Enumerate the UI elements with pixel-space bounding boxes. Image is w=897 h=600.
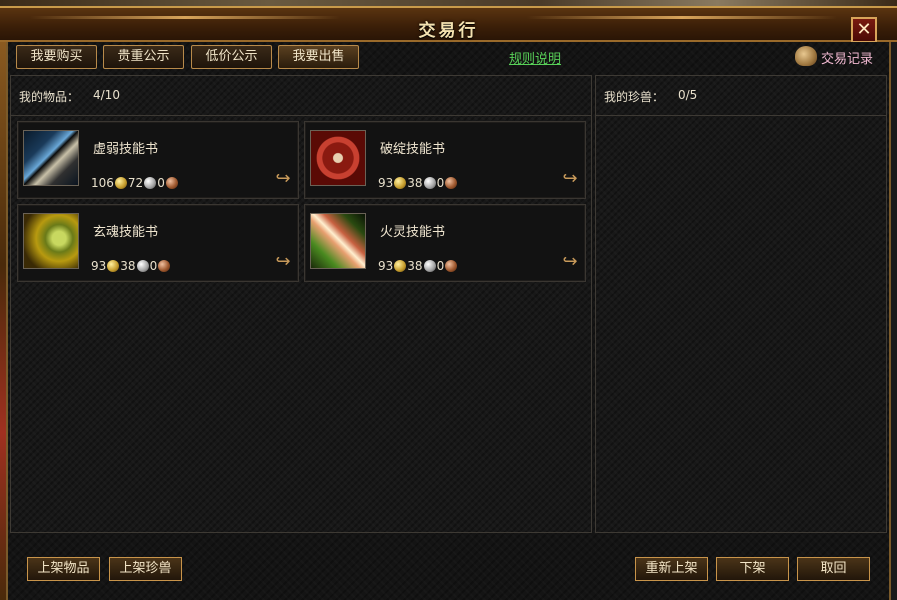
price-gold: 106 [91, 176, 114, 190]
silver-coin-icon [144, 177, 157, 189]
my-pets-count: 0/5 [678, 88, 698, 102]
price-copper: 0 [149, 259, 158, 273]
title-bar: 交易行 ✕ [0, 6, 897, 43]
item-price: 93 38 0 [378, 176, 458, 190]
scroll-icon [795, 46, 817, 66]
my-items-count: 4/10 [93, 88, 120, 102]
crystal-icon [310, 213, 366, 269]
tab-sell[interactable]: 我要出售 [278, 45, 359, 69]
price-gold: 93 [91, 259, 107, 273]
share-arrow-icon[interactable]: ↪ [559, 253, 581, 271]
gold-coin-icon [394, 260, 407, 272]
silver-coin-icon [136, 260, 149, 272]
my-pets-label: 我的珍兽： [604, 90, 665, 104]
price-gold: 93 [378, 259, 394, 273]
item-price: 106 72 0 [91, 176, 179, 190]
price-silver: 72 [127, 176, 144, 190]
gold-coin-icon [114, 177, 127, 189]
silver-coin-icon [423, 260, 436, 272]
tab-buy[interactable]: 我要购买 [16, 45, 97, 69]
share-arrow-icon[interactable]: ↪ [272, 253, 294, 271]
item-card[interactable]: 玄魂技能书 93 38 0 ↪ [17, 204, 299, 282]
share-arrow-icon[interactable]: ↪ [272, 170, 294, 188]
trade-record-button[interactable]: 交易记录 [795, 44, 887, 70]
price-copper: 0 [436, 176, 445, 190]
delist-button[interactable]: 下架 [716, 557, 789, 581]
copper-coin-icon [165, 177, 178, 189]
red-seal-icon [310, 130, 366, 186]
copper-coin-icon [445, 177, 458, 189]
silver-coin-icon [423, 177, 436, 189]
price-copper: 0 [436, 259, 445, 273]
trade-record-label: 交易记录 [821, 52, 874, 67]
close-button[interactable]: ✕ [851, 17, 877, 43]
list-item-button[interactable]: 上架物品 [27, 557, 100, 581]
my-pets-panel: 我的珍兽： 0/5 [595, 75, 887, 533]
gold-coin-icon [394, 177, 407, 189]
withdraw-button[interactable]: 取回 [797, 557, 870, 581]
item-price: 93 38 0 [91, 259, 171, 273]
tab-lowprice-notice[interactable]: 低价公示 [191, 45, 272, 69]
rules-link[interactable]: 规则说明 [509, 48, 561, 67]
price-silver: 38 [407, 176, 423, 190]
item-card[interactable]: 虚弱技能书 106 72 0 ↪ [17, 121, 299, 199]
price-copper: 0 [157, 176, 165, 190]
item-name: 火灵技能书 [380, 225, 446, 240]
item-price: 93 38 0 [378, 259, 458, 273]
price-silver: 38 [407, 259, 423, 273]
my-items-header: 我的物品： 4/10 [11, 76, 591, 116]
item-card[interactable]: 破绽技能书 93 38 0 ↪ [304, 121, 586, 199]
copper-coin-icon [445, 260, 458, 272]
item-name: 玄魂技能书 [93, 225, 159, 240]
list-pet-button[interactable]: 上架珍兽 [109, 557, 182, 581]
item-card[interactable]: 火灵技能书 93 38 0 ↪ [304, 204, 586, 282]
item-name: 虚弱技能书 [93, 142, 159, 157]
price-silver: 38 [120, 259, 136, 273]
window-title: 交易行 [418, 21, 479, 41]
blade-icon [23, 130, 79, 186]
copper-coin-icon [158, 260, 171, 272]
spirit-icon [23, 213, 79, 269]
price-gold: 93 [378, 176, 394, 190]
tab-valuable-notice[interactable]: 贵重公示 [103, 45, 184, 69]
gold-coin-icon [107, 260, 120, 272]
item-name: 破绽技能书 [380, 142, 446, 157]
my-items-label: 我的物品： [19, 90, 80, 104]
relist-button[interactable]: 重新上架 [635, 557, 708, 581]
share-arrow-icon[interactable]: ↪ [559, 170, 581, 188]
my-pets-header: 我的珍兽： 0/5 [596, 76, 886, 116]
